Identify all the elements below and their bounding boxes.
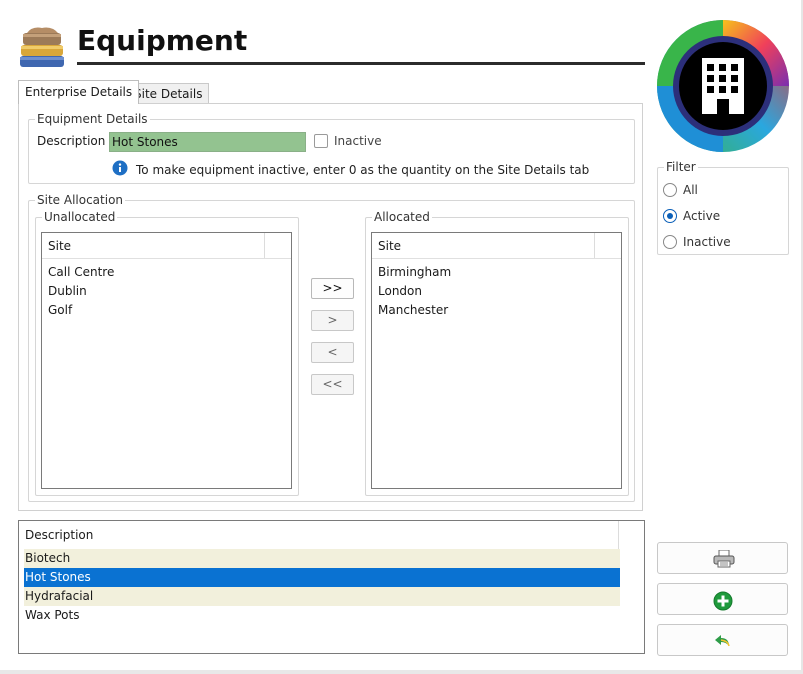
- table-row[interactable]: Wax Pots: [24, 606, 620, 625]
- filter-all-label[interactable]: All: [683, 183, 698, 197]
- unallocated-legend: Unallocated: [44, 210, 116, 224]
- equipment-column-label: Description: [25, 528, 94, 542]
- allocated-list[interactable]: Site Birmingham London Manchester: [371, 232, 622, 489]
- list-item[interactable]: Dublin: [42, 282, 291, 301]
- move-all-right-button[interactable]: >>: [311, 278, 354, 299]
- equipment-towels-icon: [18, 24, 68, 70]
- allocated-column-label: Site: [378, 239, 402, 253]
- unallocated-column-label: Site: [48, 239, 72, 253]
- list-item[interactable]: Call Centre: [42, 263, 291, 282]
- list-item[interactable]: Birmingham: [372, 263, 621, 282]
- allocated-legend: Allocated: [374, 210, 430, 224]
- tab-enterprise-details[interactable]: Enterprise Details: [18, 80, 140, 104]
- move-all-left-button[interactable]: <<: [311, 374, 354, 395]
- filter-inactive-label[interactable]: Inactive: [683, 235, 731, 249]
- site-allocation-legend: Site Allocation: [37, 193, 124, 207]
- info-icon: [112, 160, 128, 176]
- unallocated-column-header[interactable]: Site: [42, 233, 291, 259]
- filter-legend: Filter: [666, 160, 696, 174]
- add-circle-icon: [713, 591, 733, 611]
- print-button[interactable]: [657, 542, 788, 574]
- inactive-checkbox[interactable]: [314, 134, 328, 148]
- equipment-details-legend: Equipment Details: [37, 112, 148, 126]
- table-row[interactable]: Biotech: [24, 549, 620, 568]
- filter-active-label[interactable]: Active: [683, 209, 720, 223]
- table-row-selected[interactable]: Hot Stones: [24, 568, 620, 587]
- unallocated-list[interactable]: Site Call Centre Dublin Golf: [41, 232, 292, 489]
- info-text: To make equipment inactive, enter 0 as t…: [136, 163, 590, 177]
- equipment-list[interactable]: Description Biotech Hot Stones Hydrafaci…: [18, 520, 645, 654]
- enterprise-logo: [656, 19, 791, 153]
- add-button[interactable]: [657, 583, 788, 615]
- allocated-column-header[interactable]: Site: [372, 233, 621, 259]
- printer-icon: [713, 550, 735, 568]
- inactive-label: Inactive: [334, 134, 382, 148]
- undo-button[interactable]: [657, 624, 788, 656]
- column-separator: [618, 521, 619, 549]
- description-label: Description: [37, 134, 106, 148]
- equipment-column-header[interactable]: Description: [19, 521, 644, 549]
- table-row[interactable]: Hydrafacial: [24, 587, 620, 606]
- title-underline: [77, 62, 645, 65]
- list-item[interactable]: Manchester: [372, 301, 621, 320]
- list-item[interactable]: Golf: [42, 301, 291, 320]
- list-item[interactable]: London: [372, 282, 621, 301]
- column-separator: [264, 233, 265, 258]
- column-separator: [594, 233, 595, 258]
- filter-inactive-radio[interactable]: [663, 235, 677, 249]
- tab-site-details[interactable]: Site Details: [127, 83, 210, 104]
- move-left-button[interactable]: <: [311, 342, 354, 363]
- move-right-button[interactable]: >: [311, 310, 354, 331]
- undo-icon: [715, 635, 730, 647]
- page-title: Equipment: [77, 24, 248, 57]
- filter-active-radio[interactable]: [663, 209, 677, 223]
- filter-all-radio[interactable]: [663, 183, 677, 197]
- description-input[interactable]: [109, 132, 306, 152]
- window-edge: [0, 670, 803, 674]
